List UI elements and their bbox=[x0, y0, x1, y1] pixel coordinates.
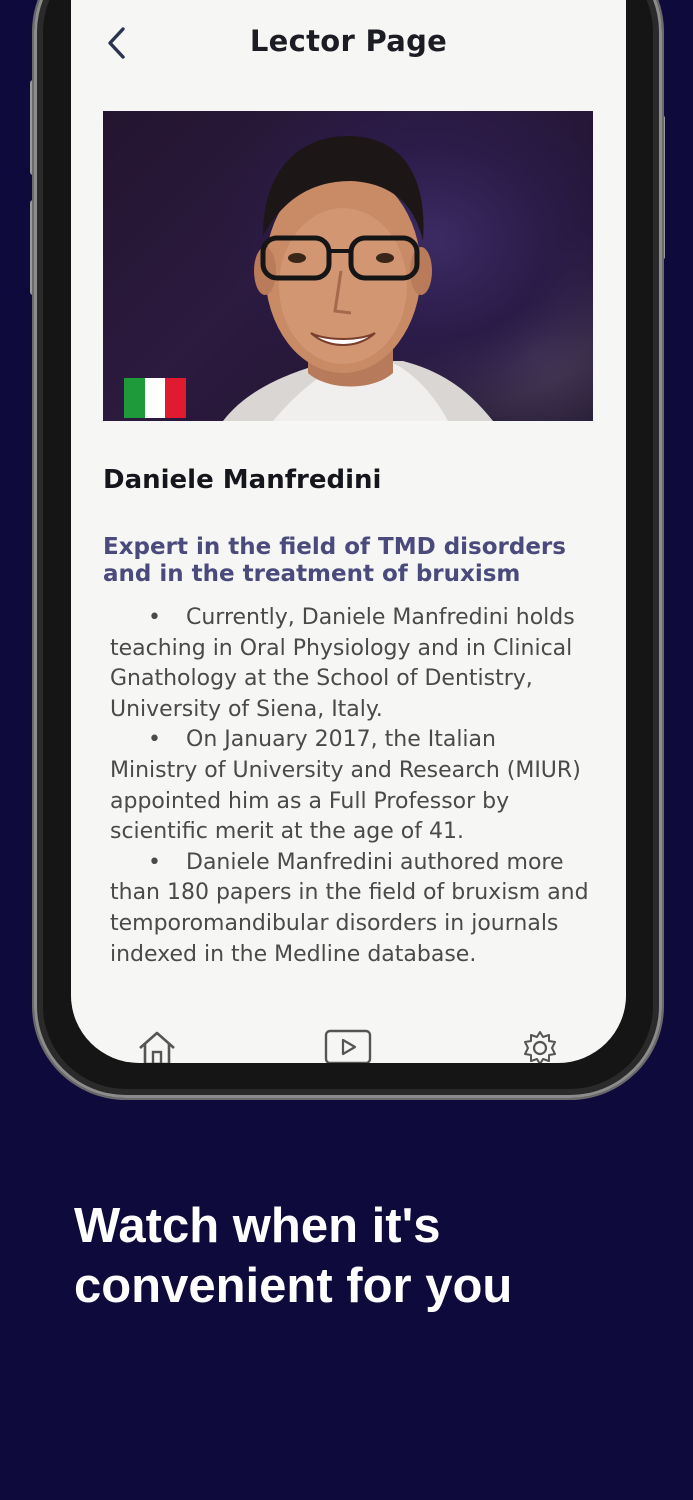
play-icon bbox=[324, 1029, 372, 1063]
flag-stripe-white bbox=[144, 378, 166, 418]
bullet: • bbox=[148, 605, 161, 630]
bio-item: • Daniele Manfredini authored more than 1… bbox=[110, 848, 590, 970]
home-icon bbox=[139, 1031, 175, 1063]
flag-stripe-red bbox=[165, 378, 187, 418]
lector-bio: • Currently, Daniele Manfredini holds tea… bbox=[110, 603, 590, 970]
promo-tagline: Watch when it's convenient for you bbox=[74, 1199, 513, 1313]
gear-icon bbox=[524, 1031, 556, 1063]
lector-portrait bbox=[223, 136, 493, 421]
bullet: • bbox=[148, 849, 161, 875]
app-screen: Lector Page Daniele Manfredini Expert in… bbox=[71, 0, 626, 1063]
bio-item: • On January 2017, the Italian Ministry o… bbox=[110, 725, 590, 847]
tab-settings[interactable] bbox=[518, 1028, 562, 1063]
page-title: Lector Page bbox=[249, 24, 448, 58]
lector-photo bbox=[103, 111, 593, 421]
header: Lector Page bbox=[71, 0, 626, 84]
tab-home[interactable] bbox=[135, 1028, 179, 1063]
lector-expertise: Expert in the field of TMD disorders and… bbox=[103, 534, 566, 587]
tab-videos[interactable] bbox=[323, 1028, 373, 1063]
italy-flag-icon bbox=[124, 378, 187, 418]
flag-stripe-green bbox=[124, 378, 145, 418]
bullet: • bbox=[148, 727, 161, 753]
lector-name: Daniele Manfredini bbox=[103, 465, 382, 495]
bio-item: • Currently, Daniele Manfredini holds tea… bbox=[110, 603, 590, 725]
tab-bar bbox=[71, 1028, 626, 1063]
